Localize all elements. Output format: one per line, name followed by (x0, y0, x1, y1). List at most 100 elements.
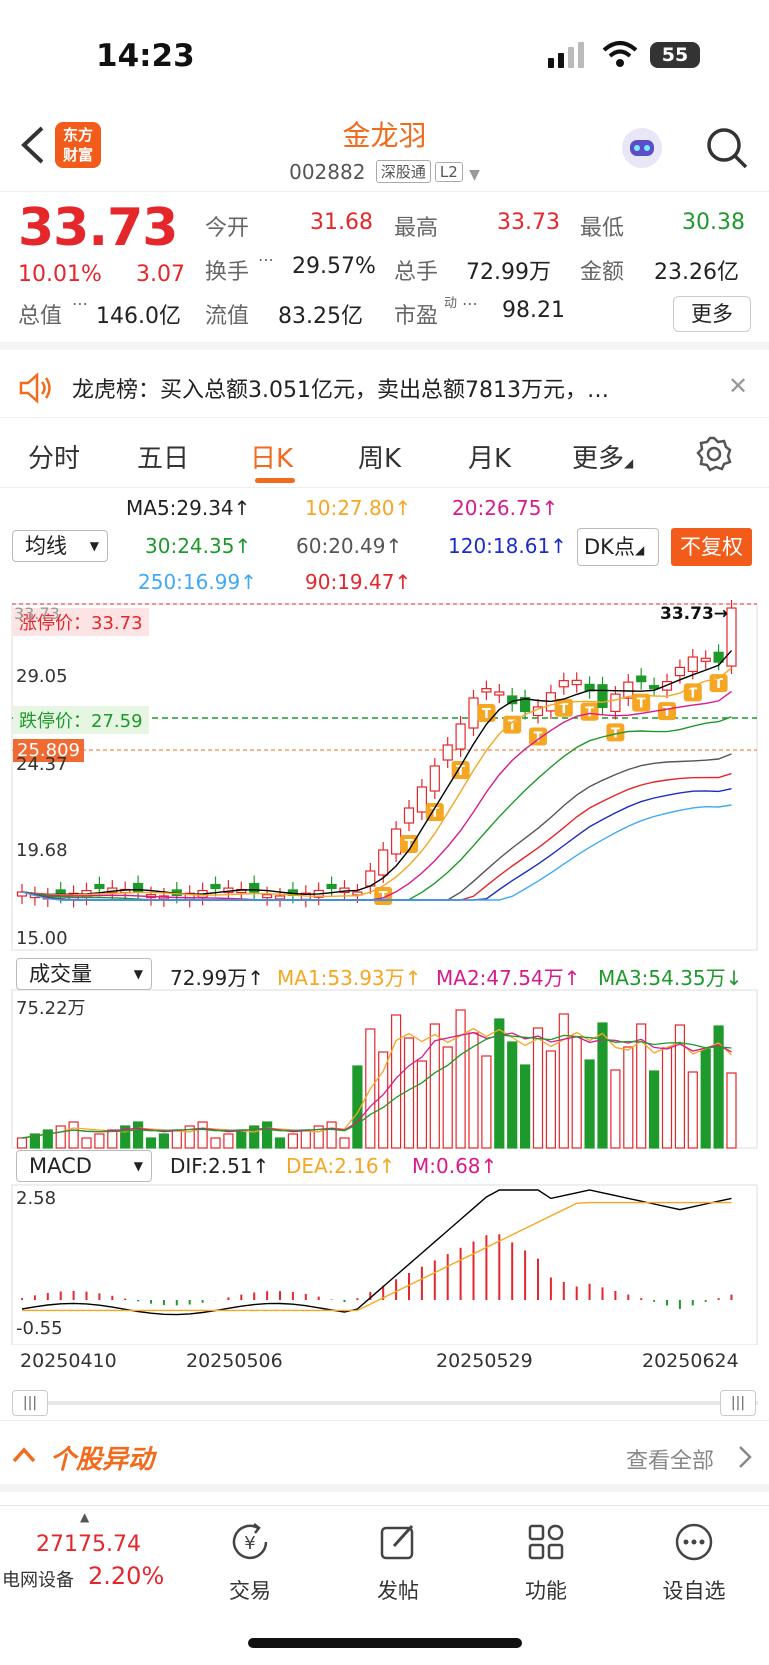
volume-bar (42, 1129, 53, 1149)
mcap-label: 总值 (18, 304, 63, 329)
ma60-line (21, 753, 732, 901)
more-dots-icon (675, 1523, 713, 1561)
info-icon[interactable]: ⋯ (72, 294, 88, 313)
ma250-line (21, 804, 732, 901)
volume-bar (81, 1137, 92, 1149)
sector-name: 电网设备 (2, 1570, 74, 1591)
ma90-value: 90:19.47↑ (305, 570, 412, 594)
dk-point-selector[interactable]: DK点◢ (577, 528, 659, 566)
volume-bar (274, 1137, 286, 1149)
tab-more[interactable]: 更多◢ (572, 438, 633, 475)
candle-body (494, 691, 505, 696)
volume-selector[interactable]: 成交量 ▼ (16, 958, 152, 990)
view-all-link[interactable]: 查看全部 (626, 1443, 714, 1475)
candles: TTTTTTTT TTTTTT (16, 600, 737, 908)
tab-weekly-k[interactable]: 周K (358, 438, 401, 475)
post-button[interactable]: 发帖 (338, 1520, 458, 1605)
battery-icon: 55 (650, 42, 700, 68)
candle-body (597, 684, 608, 709)
candle-body (429, 765, 440, 792)
price-axis-top: 33.73 (14, 604, 60, 623)
volume-bar (68, 1121, 79, 1149)
volume-ma2: MA2:47.54万↑ (436, 966, 581, 990)
more-button[interactable]: 更多 (673, 296, 751, 332)
active-tab-indicator (255, 478, 295, 483)
date-label: 20250624 (642, 1350, 739, 1372)
info-icon[interactable]: ⋯ (258, 250, 274, 269)
info-icon[interactable]: ⋯ (462, 294, 478, 313)
scroller-right-handle[interactable]: ||| (720, 1390, 756, 1416)
candle-body (636, 675, 647, 683)
sector-pct: 2.20% (88, 1562, 165, 1590)
trade-button[interactable]: ¥ 交易 (190, 1520, 310, 1605)
trade-signal-letter: T (637, 697, 646, 712)
volume-bar (378, 1051, 389, 1149)
volume-bar (610, 1069, 621, 1149)
status-bar: 14:23 55 (0, 0, 769, 110)
status-time: 14:23 (96, 38, 195, 74)
candle-body (210, 883, 221, 890)
volume-bar (145, 1137, 157, 1149)
candle-body (442, 744, 453, 761)
ma5-value: MA5:29.34↑ (126, 496, 251, 520)
limit-down-label: 跌停价：27.59 (13, 706, 149, 734)
stock-movement-section[interactable]: 个股异动 查看全部 (0, 1420, 769, 1492)
turnover-value: 29.57% (292, 254, 376, 279)
ma120-line (21, 788, 732, 901)
scroller-track (12, 1401, 758, 1405)
close-icon[interactable]: ✕ (728, 372, 748, 400)
settings-gear-icon[interactable] (696, 436, 732, 472)
latest-price-tag: 33.73→ (660, 604, 729, 624)
tab-monthly-k[interactable]: 月K (468, 438, 511, 475)
scroller-left-handle[interactable]: ||| (12, 1390, 48, 1416)
ma-selector[interactable]: 均线 ▼ (12, 530, 108, 562)
volume-bar (468, 1032, 479, 1149)
add-watchlist-button[interactable]: 设自选 (634, 1520, 754, 1605)
candle-body (94, 883, 105, 890)
tab-intraday[interactable]: 分时 (28, 438, 80, 475)
pe-value: 98.21 (502, 298, 565, 323)
volume-bar (455, 1009, 466, 1149)
tab-five-day[interactable]: 五日 (137, 438, 189, 475)
pe-sup: 动 (444, 296, 458, 311)
functions-button[interactable]: 功能 (486, 1520, 606, 1605)
volume-bar (210, 1137, 221, 1149)
volume-bar (571, 1036, 582, 1149)
candle-body (274, 895, 286, 900)
volume-bar (262, 1121, 273, 1149)
sector-index-widget[interactable]: ▲ 27175.74 电网设备 2.20% (0, 1510, 170, 1600)
speaker-icon (19, 372, 51, 404)
volume-label: 总手 (394, 260, 439, 285)
macd-selector[interactable]: MACD ▼ (16, 1150, 152, 1182)
candle-body (674, 666, 686, 677)
volume-bar (16, 1137, 28, 1149)
volume-bar (661, 1047, 673, 1149)
search-icon[interactable] (705, 126, 749, 170)
volume-bar (584, 1059, 595, 1149)
chevron-down-icon: ▼ (469, 167, 480, 183)
volume-bar (403, 1037, 415, 1149)
chart-range-scroller[interactable]: ||| ||| (12, 1390, 758, 1416)
dragon-tiger-notice[interactable]: 龙虎榜：买入总额3.051亿元，卖出总额7813万元，… ✕ (0, 358, 769, 418)
current-price: 33.73 (18, 198, 178, 258)
no-adjust-button[interactable]: 不复权 (671, 528, 752, 566)
yuan-refresh-icon: ¥ (232, 1523, 268, 1560)
quote-panel: 33.73 10.01% 3.07 今开 31.68 最高 33.73 最低 3… (0, 192, 769, 350)
mcap-value: 146.0亿 (96, 304, 181, 329)
open-value: 31.68 (310, 210, 373, 235)
robot-assistant-icon[interactable] (618, 124, 666, 172)
candle-body (378, 849, 389, 876)
volume-bar (429, 1023, 440, 1149)
candle-body (687, 656, 698, 673)
date-axis: 20250410 20250506 20250529 20250624 (0, 1350, 769, 1380)
svg-text:¥: ¥ (244, 1533, 255, 1554)
ma10-value: 10:27.80↑ (305, 496, 412, 520)
date-label: 20250410 (20, 1350, 117, 1372)
candle-body (133, 882, 144, 893)
post-label: 发帖 (377, 1579, 419, 1603)
ma20-value: 20:26.75↑ (452, 496, 559, 520)
tab-daily-k[interactable]: 日K (250, 438, 293, 475)
add-watchlist-label: 设自选 (662, 1579, 726, 1603)
change-value: 3.07 (136, 262, 185, 287)
volume-bar (700, 1048, 711, 1149)
